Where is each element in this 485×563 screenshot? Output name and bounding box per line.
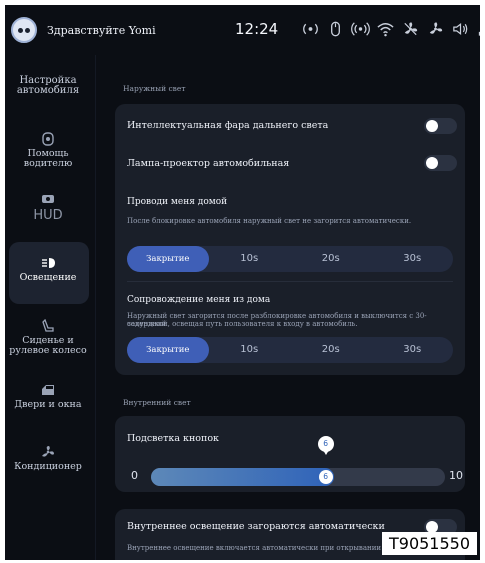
section-title-interior: Внутренний свет bbox=[123, 398, 191, 407]
follow-me-home-option-10s[interactable]: 10s bbox=[209, 246, 291, 272]
follow-me-home-selector: Закрытие 10s 20s 30s bbox=[127, 246, 453, 272]
intelligent-beam-toggle[interactable] bbox=[424, 118, 457, 134]
sidebar-item-label: Настройка автомобиля bbox=[16, 75, 80, 96]
button-backlight-card: Подсветка кнопок 0 6 6 10 bbox=[115, 416, 465, 492]
volume-icon bbox=[451, 19, 470, 39]
sidebar-item-doors-windows[interactable]: Двери и окна bbox=[5, 382, 91, 410]
escort-selector: Закрытие 10s 20s 30s bbox=[127, 337, 453, 363]
sidebar-item-label: Двери и окна bbox=[14, 399, 82, 410]
auto-interior-description: Внутреннее освещение включается автомати… bbox=[127, 544, 405, 552]
slider-thumb[interactable]: 6 bbox=[318, 470, 333, 484]
sidebar-item-climate[interactable]: Кондиционер bbox=[5, 444, 91, 472]
slider-min-label: 0 bbox=[131, 469, 138, 482]
sidebar-item-seat-steering[interactable]: Сиденье и рулевое колесо bbox=[5, 318, 91, 356]
button-backlight-label: Подсветка кнопок bbox=[127, 433, 219, 444]
slider-value-bubble: 6 bbox=[317, 436, 334, 455]
hud-icon bbox=[40, 191, 56, 205]
escort-option-30s[interactable]: 30s bbox=[372, 337, 454, 363]
avatar[interactable] bbox=[11, 17, 37, 43]
toggle-knob bbox=[426, 157, 438, 169]
sidebar-item-label: Помощь водителю bbox=[23, 148, 73, 169]
follow-me-home-title: Проводи меня домой bbox=[127, 197, 228, 207]
clock: 12:24 bbox=[235, 20, 279, 38]
section-title-exterior: Наружный свет bbox=[123, 84, 186, 93]
follow-me-home-option-off[interactable]: Закрытие bbox=[127, 246, 209, 272]
sidebar-item-lighting[interactable]: Освещение bbox=[5, 255, 91, 283]
slider-fill bbox=[151, 468, 334, 486]
projector-lamp-toggle[interactable] bbox=[424, 155, 457, 171]
toggle-knob bbox=[426, 120, 438, 132]
screen: Здравствуйте Yomi 12:24 Настройка автомо… bbox=[5, 5, 480, 560]
status-icons bbox=[301, 19, 480, 39]
escort-description-line2: задержкой, освещая путь пользователя к в… bbox=[127, 320, 358, 328]
sidebar: Настройка автомобиля Помощь водителю HUD… bbox=[5, 55, 91, 560]
sidebar-item-label: Освещение bbox=[19, 272, 77, 283]
signal-bars-icon bbox=[476, 19, 480, 39]
status-bar: Здравствуйте Yomi 12:24 bbox=[5, 5, 480, 55]
door-icon bbox=[40, 382, 56, 396]
main-panel: Наружный свет Интеллектуальная фара даль… bbox=[101, 55, 480, 560]
mouse-icon bbox=[326, 19, 345, 39]
seat-icon bbox=[40, 318, 56, 332]
fan-icon bbox=[40, 444, 56, 458]
steering-wheel-icon bbox=[40, 131, 56, 146]
climate-icon bbox=[426, 19, 445, 39]
auto-interior-label: Внутреннее освещение загораются автомати… bbox=[127, 521, 385, 532]
sidebar-item-hud[interactable]: HUD bbox=[5, 191, 91, 223]
sidebar-item-driver-assist[interactable]: Помощь водителю bbox=[5, 131, 91, 169]
follow-me-home-option-20s[interactable]: 20s bbox=[290, 246, 372, 272]
sidebar-divider bbox=[95, 55, 96, 560]
sidebar-item-vehicle-settings[interactable]: Настройка автомобиля bbox=[5, 76, 91, 96]
wifi-icon bbox=[376, 19, 395, 39]
figure-code: T9051550 bbox=[382, 532, 477, 555]
button-backlight-slider[interactable]: 6 bbox=[151, 468, 445, 486]
escort-title: Сопровождение меня из дома bbox=[127, 295, 271, 305]
follow-me-home-description: После блокировке автомобиля наружный све… bbox=[127, 217, 412, 225]
sidebar-item-label: HUD bbox=[33, 208, 63, 223]
intelligent-beam-label: Интеллектуальная фара дальнего света bbox=[127, 120, 329, 131]
exterior-light-card: Интеллектуальная фара дальнего света Лам… bbox=[115, 104, 465, 375]
sidebar-item-label: Кондиционер bbox=[14, 461, 82, 472]
radio-signal-icon bbox=[301, 19, 320, 39]
fan-icon bbox=[401, 19, 420, 39]
sidebar-item-label: Сиденье и рулевое колесо bbox=[9, 335, 87, 356]
escort-option-20s[interactable]: 20s bbox=[290, 337, 372, 363]
slider-max-label: 10 bbox=[449, 469, 463, 482]
projector-lamp-label: Лампа-проектор автомобильная bbox=[127, 158, 290, 169]
escort-option-10s[interactable]: 10s bbox=[209, 337, 291, 363]
escort-option-off[interactable]: Закрытие bbox=[127, 337, 209, 363]
follow-me-home-option-30s[interactable]: 30s bbox=[372, 246, 454, 272]
greeting-text: Здравствуйте Yomi bbox=[47, 24, 156, 37]
headlight-icon bbox=[40, 255, 56, 269]
divider bbox=[127, 281, 453, 282]
wireless-icon bbox=[351, 19, 370, 39]
